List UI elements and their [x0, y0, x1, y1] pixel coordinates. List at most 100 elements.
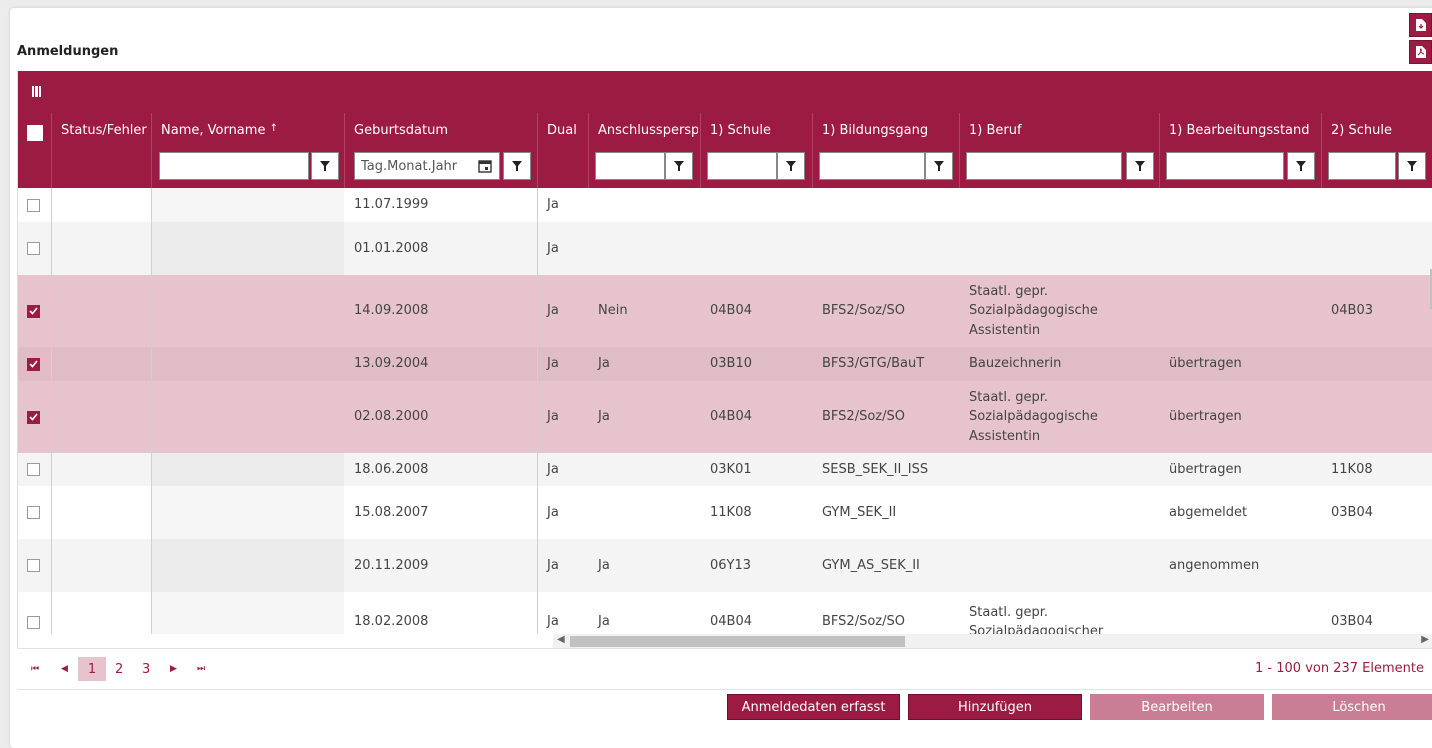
header-bildungsgang1[interactable]: 1) Bildungsgang — [812, 113, 959, 188]
filter-button[interactable] — [665, 152, 693, 180]
table-row[interactable]: 01.01.2008 Ja — [18, 222, 1432, 275]
cell-beruf1 — [959, 486, 1159, 539]
row-checkbox[interactable] — [27, 198, 40, 212]
last-page-icon[interactable]: ⏭ — [197, 657, 205, 681]
beruf1-filter-input[interactable] — [966, 152, 1122, 180]
edit-button[interactable]: Bearbeiten — [1090, 694, 1264, 720]
cell-bildungsgang1 — [812, 222, 959, 275]
header-bearbeitungsstand1[interactable]: 1) Bearbeitungsstand — [1159, 113, 1321, 188]
filter-schule2 — [1328, 152, 1428, 180]
scroll-right-icon[interactable]: ▶ — [1421, 634, 1429, 645]
row-checkbox[interactable] — [27, 615, 40, 629]
anmeldedaten-erfasst-button[interactable]: Anmeldedaten erfasst — [727, 694, 900, 720]
header-anschluss[interactable]: Anschlussperspektive — [588, 113, 700, 188]
filter-button[interactable] — [503, 152, 531, 180]
header-dual[interactable]: Dual — [537, 113, 588, 188]
select-cell — [18, 381, 51, 453]
cell-bildungsgang1: BFS2/Soz/SO — [822, 409, 905, 425]
next-page-icon[interactable]: ▶ — [170, 657, 177, 681]
cell-beruf1: Bauzeichnerin — [969, 356, 1062, 372]
cell-schule1: 03K01 — [710, 461, 752, 477]
cell-dual: Ja — [537, 381, 588, 453]
filter-button[interactable] — [311, 152, 339, 180]
cell-schule2: 03B04 — [1331, 614, 1374, 630]
scroll-left-icon[interactable]: ◀ — [557, 634, 565, 645]
cell-status — [51, 381, 151, 453]
header-schule2[interactable]: 2) Schule — [1321, 113, 1432, 188]
header-geburtsdatum[interactable]: Geburtsdatum Tag.Monat.Jahr — [344, 113, 537, 188]
cell-name — [151, 453, 344, 486]
cell-beruf1 — [959, 222, 1159, 275]
export-pdf-button[interactable] — [1409, 40, 1432, 64]
scrollbar-thumb[interactable] — [570, 636, 905, 647]
schule1-filter-input[interactable] — [707, 152, 777, 180]
cell-status — [51, 347, 151, 381]
cell-status — [51, 486, 151, 539]
cell-status — [51, 275, 151, 347]
header-name[interactable]: Name, Vorname ↑ — [151, 113, 344, 188]
prev-page-icon[interactable]: ◀ — [61, 657, 68, 681]
column-chooser-icon[interactable] — [32, 86, 41, 97]
filter-button[interactable] — [925, 152, 953, 180]
header-schule1[interactable]: 1) Schule — [700, 113, 812, 188]
table-row[interactable]: 13.09.2004 Ja Ja 03B10 BFS3/GTG/BauT Bauzeich… — [18, 347, 1432, 381]
cell-beruf1 — [959, 539, 1159, 592]
filter-icon — [1407, 161, 1417, 171]
add-button[interactable]: Hinzufügen — [908, 694, 1082, 720]
column-label: Geburtsdatum — [354, 123, 448, 138]
table-row[interactable]: 14.09.2008 Ja Nein 04B04 BFS2/Soz/SO Staatl. … — [18, 275, 1432, 347]
export-excel-button[interactable] — [1409, 13, 1432, 37]
cell-dual: Ja — [537, 453, 588, 486]
filter-button[interactable] — [1398, 152, 1426, 180]
first-page-icon[interactable]: ⏮ — [31, 657, 39, 681]
schule2-filter-input[interactable] — [1328, 152, 1396, 180]
filter-button[interactable] — [777, 152, 805, 180]
filter-bildungsgang1 — [819, 152, 954, 180]
select-all-checkbox[interactable] — [27, 125, 43, 141]
table-row[interactable]: 02.08.2000 Ja Ja 04B04 BFS2/Soz/SO Staatl. ge… — [18, 381, 1432, 453]
table-row[interactable]: 11.07.1999 Ja — [18, 188, 1432, 222]
filter-button[interactable] — [1126, 152, 1154, 180]
page-1-button[interactable]: 1 — [78, 657, 106, 681]
cell-dual: Ja — [537, 347, 588, 381]
table-row[interactable]: 20.11.2009 Ja Ja 06Y13 GYM_AS_SEK_II angenomm… — [18, 539, 1432, 592]
cell-bearbeitungsstand1: übertragen — [1169, 409, 1242, 425]
registrations-grid: Status/Fehler Name, Vorname ↑ Geburtsdat… — [17, 71, 1432, 649]
row-checkbox[interactable] — [27, 242, 40, 255]
horizontal-scrollbar[interactable]: ◀ ▶ — [553, 634, 1432, 649]
select-cell — [18, 592, 51, 634]
cell-beruf1 — [959, 188, 1159, 222]
column-label: Status/Fehler — [61, 123, 147, 138]
anschluss-filter-input[interactable] — [595, 152, 665, 180]
table-row[interactable]: 18.02.2008 Ja Ja 04B04 BFS2/Soz/SO Staatl. ge… — [18, 592, 1432, 634]
page-3-button[interactable]: 3 — [142, 657, 150, 681]
header-status[interactable]: Status/Fehler — [51, 113, 151, 188]
row-checkbox[interactable] — [27, 463, 40, 476]
row-checkbox[interactable] — [27, 357, 40, 371]
row-checkbox[interactable] — [27, 410, 40, 424]
cell-dual: Ja — [537, 539, 588, 592]
calendar-icon[interactable] — [478, 158, 492, 177]
table-row[interactable]: 18.06.2008 Ja 03K01 SESB_SEK_II_ISS übertrag… — [18, 453, 1432, 486]
row-checkbox[interactable] — [27, 506, 40, 519]
cell-anschluss: Ja — [598, 409, 610, 425]
filter-geburtsdatum: Tag.Monat.Jahr — [354, 152, 534, 180]
cell-bearbeitungsstand1 — [1159, 592, 1321, 634]
table-row[interactable]: 15.08.2007 Ja 11K08 GYM_SEK_II abgemeldet 03B… — [18, 486, 1432, 539]
delete-button[interactable]: Löschen — [1272, 694, 1432, 720]
cell-schule1 — [700, 188, 812, 222]
cell-status — [51, 222, 151, 275]
row-checkbox[interactable] — [27, 304, 40, 318]
cell-anschluss: Ja — [598, 614, 610, 630]
filter-button[interactable] — [1287, 152, 1315, 180]
page-2-button[interactable]: 2 — [115, 657, 123, 681]
cell-geburtsdatum: 11.07.1999 — [354, 197, 429, 213]
cell-status — [51, 539, 151, 592]
bildungsgang1-filter-input[interactable] — [819, 152, 925, 180]
bearbeitungsstand1-filter-input[interactable] — [1166, 152, 1284, 180]
header-beruf1[interactable]: 1) Beruf — [959, 113, 1159, 188]
cell-schule1: 04B04 — [710, 614, 753, 630]
row-checkbox[interactable] — [27, 559, 40, 572]
select-cell — [18, 539, 51, 592]
name-filter-input[interactable] — [159, 152, 309, 180]
